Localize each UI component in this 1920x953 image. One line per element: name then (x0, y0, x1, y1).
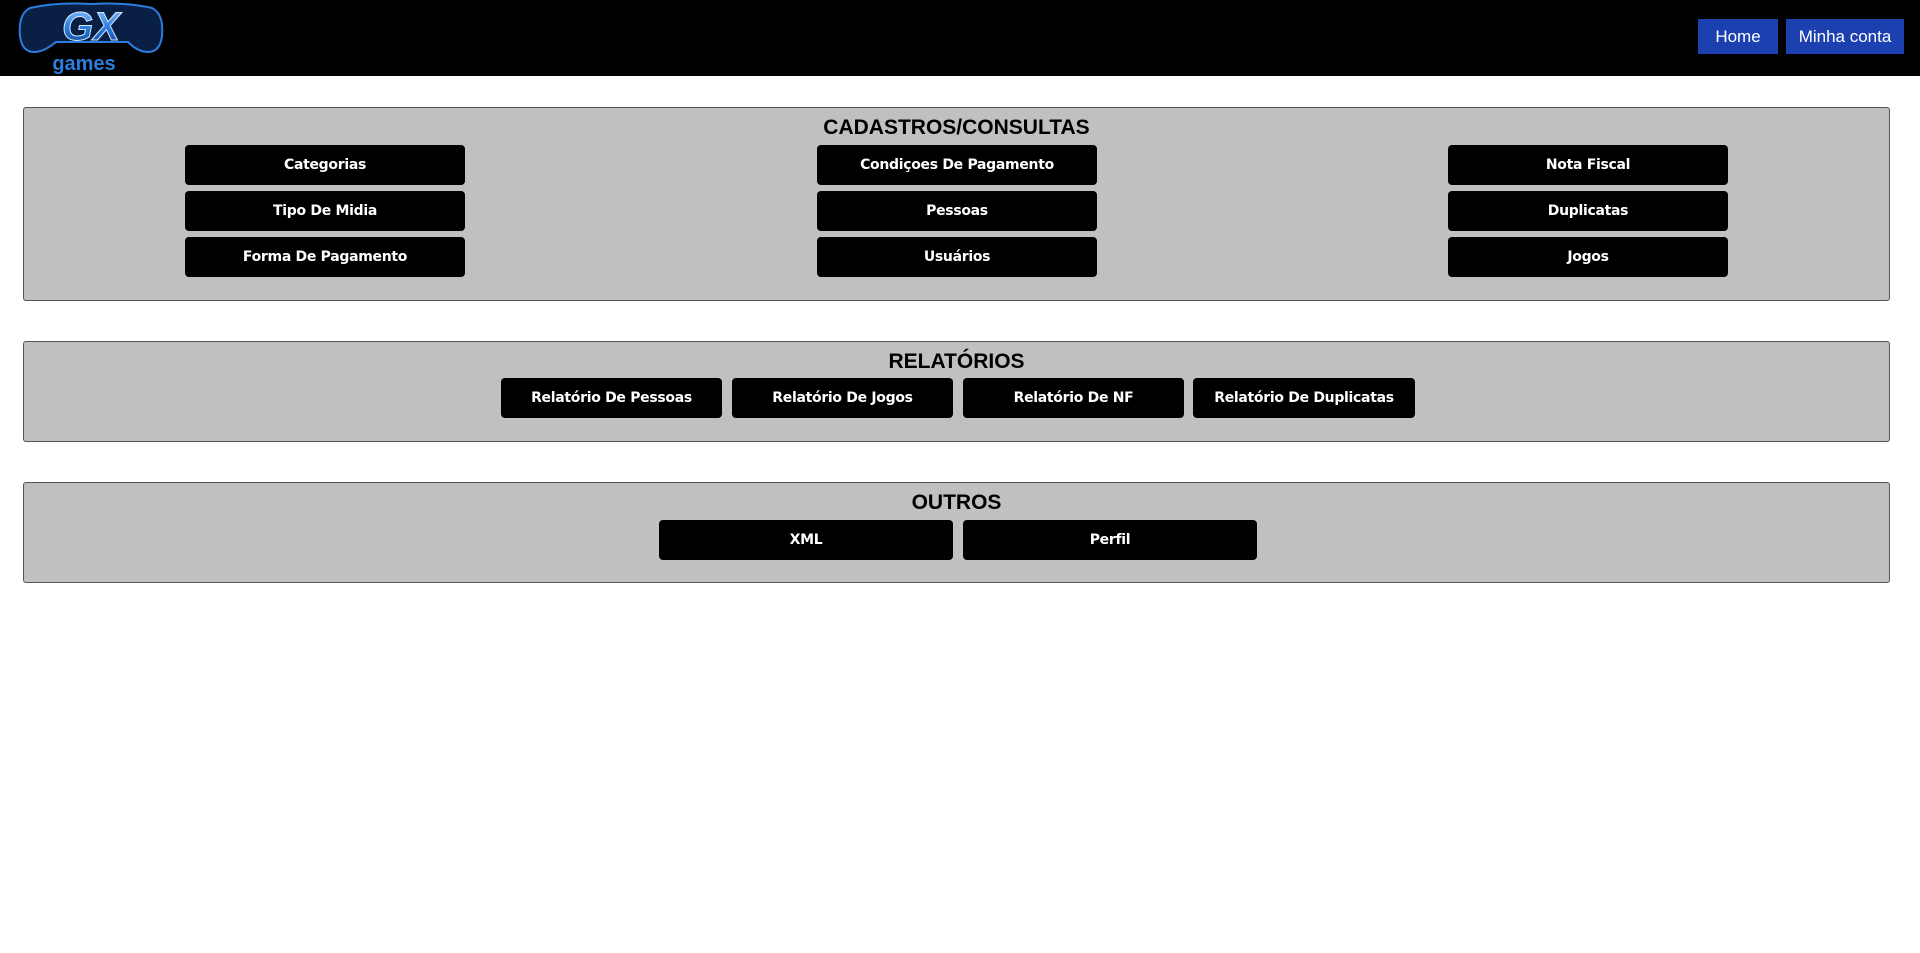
relatorios-panel: RELATÓRIOS Relatório De Pessoas Relatóri… (23, 341, 1890, 442)
my-account-button[interactable]: Minha conta (1786, 19, 1904, 54)
section-title: OUTROS (911, 491, 1002, 514)
xml-button[interactable]: XML (659, 520, 953, 560)
categorias-button[interactable]: Categorias (185, 145, 465, 185)
jogos-button[interactable]: Jogos (1448, 237, 1728, 277)
nota-fiscal-button[interactable]: Nota Fiscal (1448, 145, 1728, 185)
gamepad-logo-icon: GX games (18, 2, 164, 75)
relatorio-duplicatas-button[interactable]: Relatório De Duplicatas (1193, 378, 1415, 418)
top-navbar: GX games Home Minha conta (0, 0, 1920, 76)
cadastros-consultas-panel: CADASTROS/CONSULTAS Categorias Condiçoes… (23, 107, 1890, 301)
svg-text:games: games (52, 53, 115, 75)
gx-games-logo[interactable]: GX games (16, 0, 166, 76)
section-title: RELATÓRIOS (888, 350, 1025, 373)
home-button[interactable]: Home (1698, 19, 1778, 54)
perfil-button[interactable]: Perfil (963, 520, 1257, 560)
pessoas-button[interactable]: Pessoas (817, 191, 1097, 231)
duplicatas-button[interactable]: Duplicatas (1448, 191, 1728, 231)
tipo-midia-button[interactable]: Tipo De Midia (185, 191, 465, 231)
condicoes-pagamento-button[interactable]: Condiçoes De Pagamento (817, 145, 1097, 185)
usuarios-button[interactable]: Usuários (817, 237, 1097, 277)
forma-pagamento-button[interactable]: Forma De Pagamento (185, 237, 465, 277)
outros-panel: OUTROS XML Perfil (23, 482, 1890, 583)
relatorio-nf-button[interactable]: Relatório De NF (963, 378, 1184, 418)
relatorio-jogos-button[interactable]: Relatório De Jogos (732, 378, 953, 418)
relatorio-pessoas-button[interactable]: Relatório De Pessoas (501, 378, 722, 418)
section-title: CADASTROS/CONSULTAS (823, 116, 1090, 139)
svg-text:GX: GX (62, 5, 122, 49)
